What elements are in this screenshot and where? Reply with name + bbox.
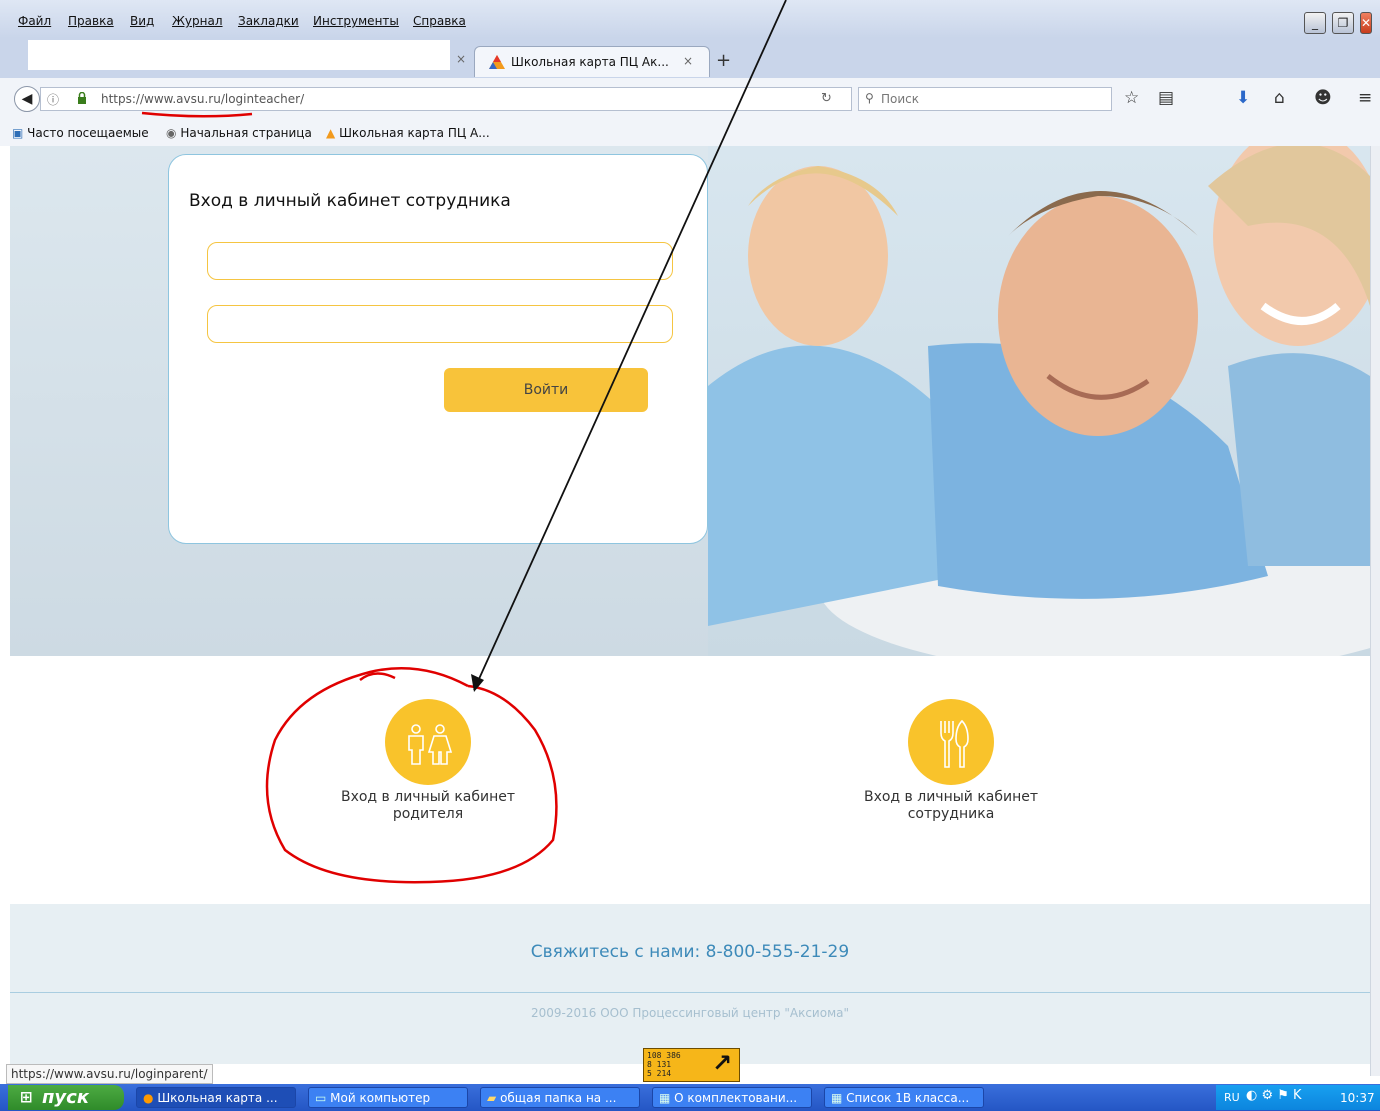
language-indicator[interactable]: RU — [1224, 1091, 1240, 1104]
start-button[interactable]: ⊞ пуск — [8, 1085, 124, 1110]
taskbar-item-label: Список 1В класса... — [846, 1091, 970, 1105]
annotation-circle — [265, 667, 558, 884]
taskbar-item-label: О комплектовани... — [674, 1091, 798, 1105]
taskbar-item-label: общая папка на ... — [500, 1091, 617, 1105]
clock[interactable]: 10:37 — [1340, 1091, 1375, 1105]
start-label: пуск — [42, 1087, 90, 1108]
annotation-underline — [141, 111, 253, 118]
taskbar-item-firefox[interactable]: ● Школьная карта ... — [136, 1087, 296, 1108]
word-doc-icon: ▦ — [659, 1091, 671, 1105]
taskbar-item-label: Школьная карта ... — [157, 1091, 278, 1105]
system-tray: RU ◐ ⚙ ⚑ K 10:37 — [1216, 1085, 1380, 1110]
taskbar-item-label: Мой компьютер — [330, 1091, 431, 1105]
annotation-overlay — [141, 0, 787, 884]
taskbar-item-word-2[interactable]: ▦ Список 1В класса... — [824, 1087, 984, 1108]
folder-icon: ▰ — [487, 1091, 497, 1105]
windows-logo-icon: ⊞ — [20, 1088, 33, 1106]
annotation-arrow — [473, 0, 787, 691]
taskbar-item-word-1[interactable]: ▦ О комплектовани... — [652, 1087, 812, 1108]
taskbar: ⊞ пуск ● Школьная карта ... ▭ Мой компью… — [0, 1084, 1380, 1111]
taskbar-item-folder[interactable]: ▰ общая папка на ... — [480, 1087, 640, 1108]
tray-icons[interactable]: ◐ ⚙ ⚑ K — [1246, 1088, 1302, 1103]
taskbar-item-my-computer[interactable]: ▭ Мой компьютер — [308, 1087, 468, 1108]
firefox-icon: ● — [143, 1091, 154, 1105]
computer-icon: ▭ — [315, 1091, 327, 1105]
word-doc-icon: ▦ — [831, 1091, 843, 1105]
